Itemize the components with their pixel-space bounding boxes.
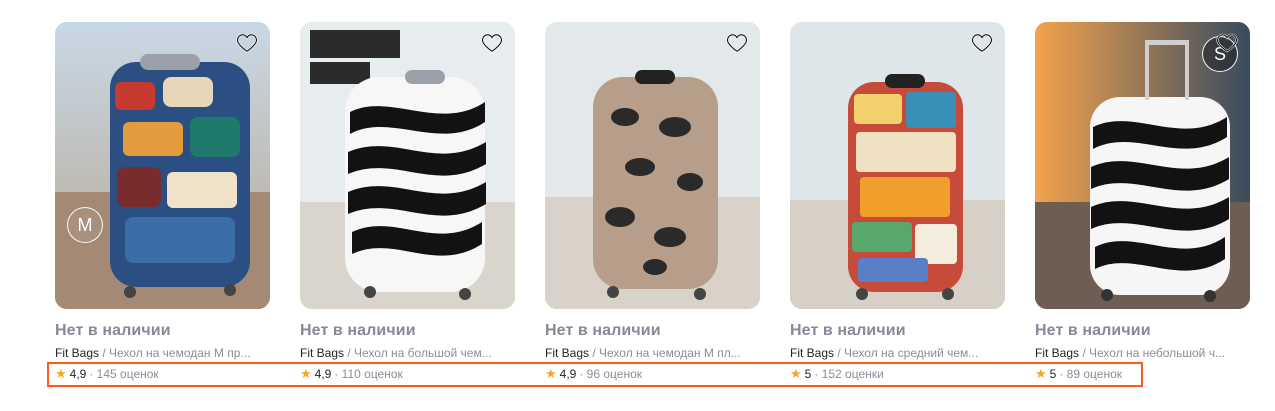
product-card[interactable]: Нет в наличии Fit Bags / Чехол на средни… <box>790 22 1005 382</box>
rating-value: 5 <box>804 367 812 381</box>
brand-name[interactable]: Fit Bags <box>300 346 344 360</box>
product-name[interactable]: / Чехол на большой чем... <box>344 346 491 360</box>
product-title[interactable]: Fit Bags / Чехол на чемодан М пр... <box>55 346 270 360</box>
product-image[interactable]: S <box>1035 22 1250 309</box>
star-icon: ★ <box>1035 366 1047 381</box>
product-title[interactable]: Fit Bags / Чехол на небольшой ч... <box>1035 346 1250 360</box>
availability-status: Нет в наличии <box>55 322 171 339</box>
availability-status: Нет в наличии <box>300 322 416 339</box>
rating-value: 4,9 <box>559 367 577 381</box>
product-card[interactable]: Нет в наличии Fit Bags / Чехол на большо… <box>300 22 515 382</box>
favorite-heart-icon[interactable] <box>724 30 750 56</box>
reviews-count[interactable]: · 110 оценок <box>334 367 402 381</box>
product-rating: ★ 4,9 · 110 оценок <box>300 366 515 382</box>
size-badge: M <box>67 207 103 243</box>
favorite-heart-icon[interactable] <box>969 30 995 56</box>
favorite-heart-icon[interactable] <box>479 30 505 56</box>
product-card[interactable]: M Нет в наличии Fit Bags / Чехол на чемо… <box>55 22 270 382</box>
product-name[interactable]: / Чехол на чемодан М пл... <box>589 346 740 360</box>
product-title[interactable]: Fit Bags / Чехол на большой чем... <box>300 346 515 360</box>
product-card[interactable]: S Нет в наличии Fit Bags / Чехол на небо… <box>1035 22 1250 382</box>
star-icon: ★ <box>55 366 67 381</box>
product-name[interactable]: / Чехол на чемодан М пр... <box>99 346 250 360</box>
rating-value: 4,9 <box>69 367 87 381</box>
reviews-count[interactable]: · 145 оценок <box>89 367 158 381</box>
availability-status: Нет в наличии <box>545 322 661 339</box>
favorite-heart-icon[interactable] <box>1214 30 1240 56</box>
product-image[interactable] <box>300 22 515 309</box>
star-icon: ★ <box>300 366 312 381</box>
product-rating: ★ 4,9 · 145 оценок <box>55 366 270 382</box>
reviews-count[interactable]: · 89 оценок <box>1059 367 1122 381</box>
product-title[interactable]: Fit Bags / Чехол на чемодан М пл... <box>545 346 760 360</box>
product-rating: ★ 5 · 152 оценки <box>790 366 1005 382</box>
product-image[interactable]: M <box>55 22 270 309</box>
rating-value: 4,9 <box>314 367 332 381</box>
availability-status: Нет в наличии <box>1035 322 1151 339</box>
product-title[interactable]: Fit Bags / Чехол на средний чем... <box>790 346 1005 360</box>
brand-name[interactable]: Fit Bags <box>1035 346 1079 360</box>
reviews-count[interactable]: · 152 оценки <box>814 367 883 381</box>
product-grid: M Нет в наличии Fit Bags / Чехол на чемо… <box>55 22 1250 382</box>
rating-value: 5 <box>1049 367 1057 381</box>
product-image[interactable] <box>790 22 1005 309</box>
reviews-count[interactable]: · 96 оценок <box>579 367 642 381</box>
product-rating: ★ 5 · 89 оценок <box>1035 366 1250 382</box>
brand-name[interactable]: Fit Bags <box>545 346 589 360</box>
brand-name[interactable]: Fit Bags <box>790 346 834 360</box>
product-rating: ★ 4,9 · 96 оценок <box>545 366 760 382</box>
product-image[interactable] <box>545 22 760 309</box>
availability-status: Нет в наличии <box>790 322 906 339</box>
product-card[interactable]: Нет в наличии Fit Bags / Чехол на чемода… <box>545 22 760 382</box>
product-name[interactable]: / Чехол на небольшой ч... <box>1079 346 1225 360</box>
star-icon: ★ <box>545 366 557 381</box>
brand-name[interactable]: Fit Bags <box>55 346 99 360</box>
product-name[interactable]: / Чехол на средний чем... <box>834 346 978 360</box>
star-icon: ★ <box>790 366 802 381</box>
favorite-heart-icon[interactable] <box>234 30 260 56</box>
